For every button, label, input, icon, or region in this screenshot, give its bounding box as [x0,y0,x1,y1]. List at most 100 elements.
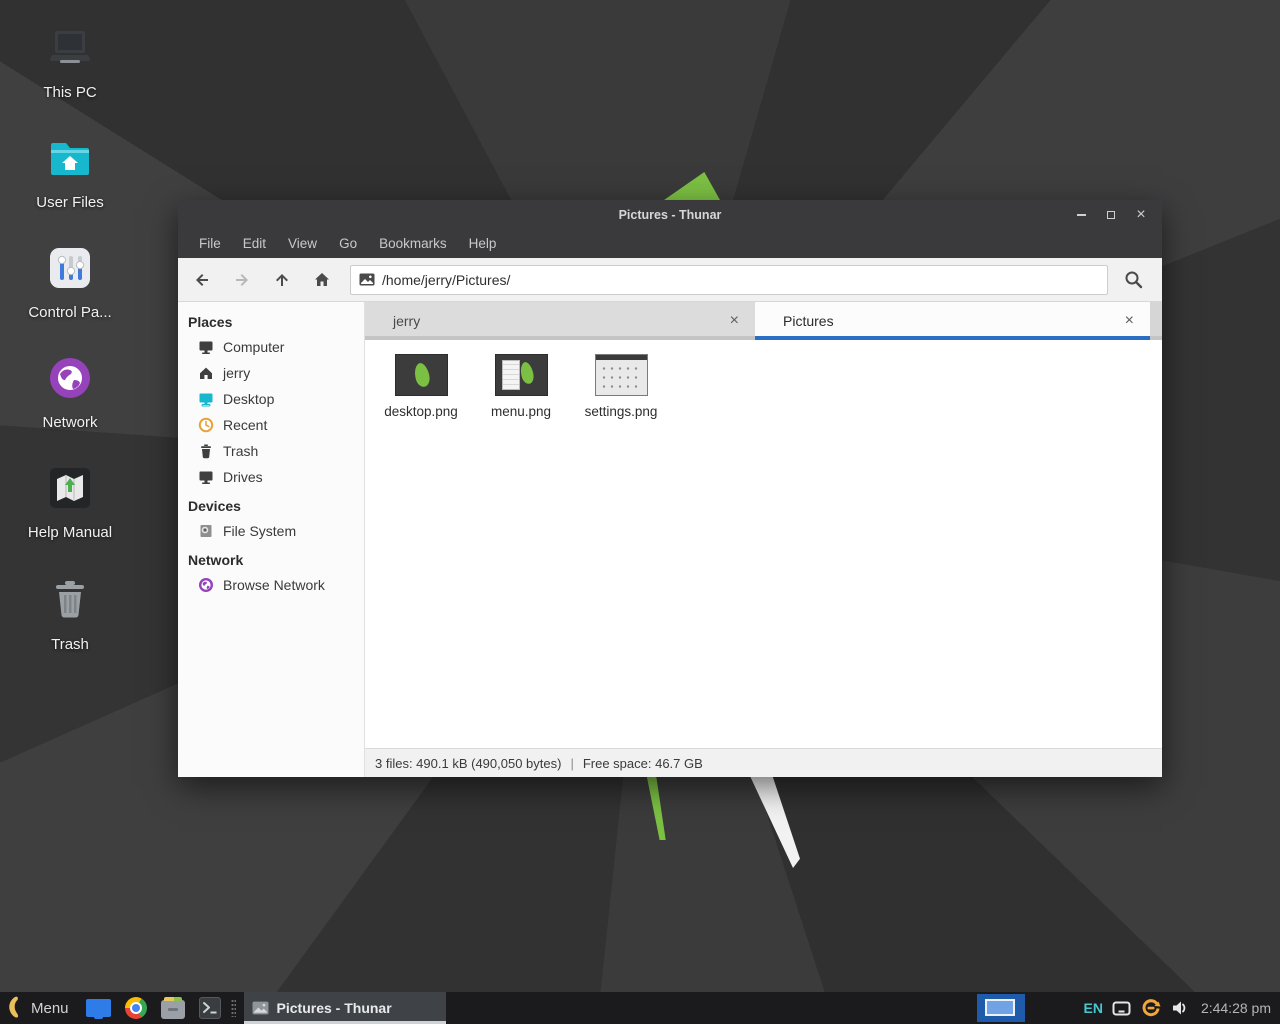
sidebar-item-desktop[interactable]: Desktop [178,386,364,412]
file-view[interactable]: desktop.png menu.png settings.png [365,340,1162,748]
desktop-icon-network[interactable]: Network [22,354,118,431]
laptop-icon [22,24,118,72]
minimize-button[interactable] [1066,200,1096,230]
taskbar-window-button[interactable]: Pictures - Thunar [244,992,446,1024]
status-free-space: Free space: 46.7 GB [583,756,703,771]
sidebar-header-network: Network [178,544,364,572]
desktop-icon-help-manual[interactable]: Help Manual [22,464,118,541]
menu-button[interactable]: Menu [31,1000,69,1017]
recent-clock-icon [198,417,214,433]
desktop-icon-control-panel[interactable]: Control Pa... [22,244,118,321]
path-field[interactable]: /home/jerry/Pictures/ [350,265,1108,295]
wallpaper-white-blade [750,776,800,868]
status-separator: | [570,756,573,771]
show-desktop-icon [86,999,111,1017]
chrome-launcher[interactable] [125,997,147,1019]
menu-logo-icon[interactable] [7,996,23,1020]
keyboard-layout-indicator[interactable]: EN [1083,1000,1102,1016]
window-controls: × [1066,200,1156,230]
sidebar-item-computer[interactable]: Computer [178,334,364,360]
pager-window-preview [985,999,1015,1016]
window-body: Places Computer jerry [178,302,1162,777]
wallpaper-green-sliver [646,776,680,840]
tab-bar: jerry × Pictures × [365,302,1162,340]
desktop-monitor-icon [198,391,214,407]
up-button[interactable] [262,262,302,298]
task-image-icon [252,1001,269,1015]
globe-icon [22,354,118,402]
menu-go[interactable]: Go [328,230,368,258]
tab-bar-filler [1150,302,1162,340]
trash-small-icon [198,443,214,459]
forward-button[interactable] [222,262,262,298]
tab-close-icon[interactable]: × [728,312,741,330]
menu-view[interactable]: View [277,230,328,258]
menu-bookmarks[interactable]: Bookmarks [368,230,458,258]
search-button[interactable] [1114,262,1154,298]
trash-icon [22,576,118,624]
back-button[interactable] [182,262,222,298]
show-desktop-button[interactable] [86,999,111,1017]
image-thumbnail [395,354,448,396]
file-manager-launcher[interactable] [161,997,185,1019]
toolbar: /home/jerry/Pictures/ [178,258,1162,302]
home-icon [198,365,214,381]
hard-disk-icon [198,523,214,539]
file-menu-png[interactable]: menu.png [471,350,571,423]
updates-icon[interactable] [1140,997,1162,1019]
terminal-icon [199,997,221,1019]
tab-jerry[interactable]: jerry × [365,302,755,340]
keyboard-icon[interactable] [1112,1001,1131,1016]
menu-help[interactable]: Help [458,230,508,258]
tab-pictures[interactable]: Pictures × [755,302,1150,340]
network-globe-icon [198,577,214,593]
sidebar: Places Computer jerry [178,302,365,777]
sidebar-item-drives[interactable]: Drives [178,464,364,490]
maximize-button[interactable] [1096,200,1126,230]
file-settings-png[interactable]: settings.png [571,350,671,423]
content-pane: jerry × Pictures × desktop.png [365,302,1162,777]
sidebar-header-places: Places [178,306,364,334]
system-tray: EN 2:44:28 pm [1083,997,1280,1019]
manual-map-icon [22,464,118,512]
desktop-icon-label: This PC [22,84,118,101]
wallpaper-green-triangle [664,172,720,200]
file-desktop-png[interactable]: desktop.png [371,350,471,423]
desktop-icon-user-files[interactable]: User Files [22,134,118,211]
tab-close-icon[interactable]: × [1123,312,1136,330]
desktop-icon-trash[interactable]: Trash [22,576,118,653]
image-thumbnail [595,354,648,396]
desktop-icon-label: Control Pa... [22,304,118,321]
workspace-pager[interactable] [977,994,1025,1022]
desktop: This PC User Files Control Pa... Network… [0,0,1280,1024]
menu-edit[interactable]: Edit [232,230,277,258]
desktop-icon-label: Network [22,414,118,431]
menu-file[interactable]: File [188,230,232,258]
window-title: Pictures - Thunar [178,208,1162,222]
chrome-icon [125,997,147,1019]
desktop-icon-label: Trash [22,636,118,653]
clock[interactable]: 2:44:28 pm [1201,1000,1271,1016]
desktop-icon-this-pc[interactable]: This PC [22,24,118,101]
status-bar: 3 files: 490.1 kB (490,050 bytes) | Free… [365,748,1162,777]
volume-icon[interactable] [1171,1000,1189,1016]
sidebar-item-trash[interactable]: Trash [178,438,364,464]
sidebar-header-devices: Devices [178,490,364,518]
status-files-info: 3 files: 490.1 kB (490,050 bytes) [375,756,561,771]
sidebar-item-home[interactable]: jerry [178,360,364,386]
file-cabinet-icon [161,1000,185,1019]
terminal-launcher[interactable] [199,997,221,1019]
menubar: File Edit View Go Bookmarks Help [178,230,1162,258]
sidebar-item-recent[interactable]: Recent [178,412,364,438]
sidebar-item-browse-network[interactable]: Browse Network [178,572,364,598]
computer-icon [198,339,214,355]
sidebar-item-file-system[interactable]: File System [178,518,364,544]
home-folder-icon [22,134,118,182]
titlebar[interactable]: Pictures - Thunar × [178,200,1162,230]
home-button[interactable] [302,262,342,298]
close-button[interactable]: × [1126,200,1156,230]
panel-separator [231,999,236,1017]
thunar-window: Pictures - Thunar × File Edit View Go Bo… [178,200,1162,777]
taskbar: Menu Pictures - Thunar EN [0,992,1280,1024]
desktop-icon-label: User Files [22,194,118,211]
